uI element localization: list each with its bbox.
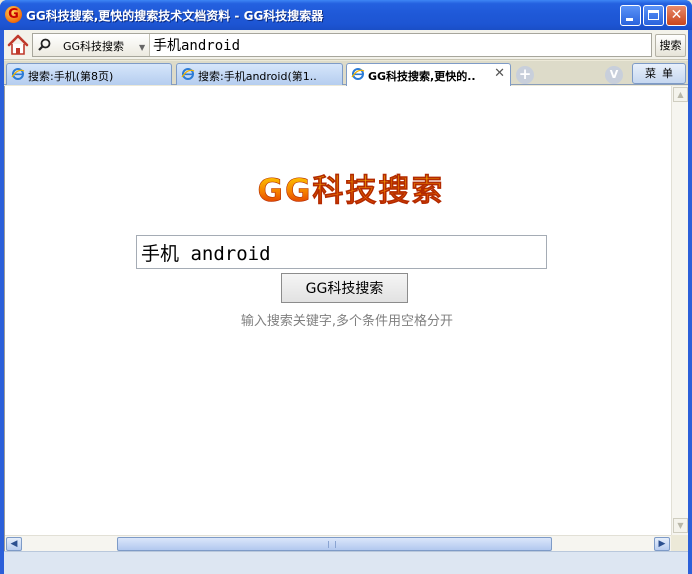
vertical-scrollbar[interactable]: ▲ ▼ [671,86,688,535]
ie-page-icon [181,68,195,80]
window-title: GG科技搜索,更快的搜索技术文档资料 - GG科技搜索器 [26,9,324,23]
close-button[interactable]: ✕ [666,5,687,26]
menu-button[interactable]: 菜单 [632,63,686,84]
home-button[interactable] [6,33,30,57]
scrollbar-corner [671,535,688,551]
close-icon: ✕ [670,7,683,23]
horizontal-scrollbar[interactable]: ◀ ▶ [5,535,672,551]
grip-icon [328,541,336,548]
search-engine-name: GG科技搜索 [63,40,125,53]
search-query-input[interactable] [136,235,547,269]
page-viewport: GG科技搜索 GG科技搜索 输入搜索关键字,多个条件用空格分开 ▲ ▼ ◀ ▶ [4,86,688,551]
chevron-down-icon: ▼ [139,43,146,52]
tab-label: 搜索:手机android(第1.. [198,70,317,83]
scroll-left-icon[interactable]: ◀ [6,537,22,551]
address-toolbar: GG科技搜索 ▼ 搜索 [4,30,688,60]
minimize-icon [626,18,633,21]
search-hint: 输入搜索关键字,多个条件用空格分开 [240,314,454,329]
title-bar[interactable]: G GG科技搜索,更快的搜索技术文档资料 - GG科技搜索器 ✕ [0,0,692,30]
address-bar: GG科技搜索 ▼ [32,33,652,57]
toolbar-search-button[interactable]: 搜索 [655,34,686,57]
client-area: GG科技搜索 ▼ 搜索 搜索:手机(第8页) [4,30,688,574]
search-icon [38,38,51,51]
minimize-button[interactable] [620,5,641,26]
tab-label: GG科技搜索,更快的.. [368,70,476,83]
browser-window: G GG科技搜索,更快的搜索技术文档资料 - GG科技搜索器 ✕ GG科技搜索 … [0,0,692,574]
tab-label: 搜索:手机(第8页) [28,70,114,83]
search-engine-selector[interactable]: GG科技搜索 ▼ [33,34,150,56]
new-tab-button[interactable]: + [516,66,534,84]
close-tab-icon[interactable]: ✕ [494,66,505,81]
address-input[interactable] [151,34,651,56]
scroll-down-icon[interactable]: ▼ [673,518,688,533]
tab-bar: 搜索:手机(第8页) 搜索:手机android(第1.. GG科技搜索,更快的.… [4,61,688,86]
logo-text: GG科技搜索 [258,173,445,209]
app-logo-icon: G [5,6,22,23]
v-button[interactable]: V [605,66,623,84]
ie-page-icon [351,68,365,80]
tab-gg-search[interactable]: GG科技搜索,更快的.. ✕ [346,63,511,86]
home-icon [7,34,29,55]
tab-search-android[interactable]: 搜索:手机android(第1.. [176,63,343,85]
maximize-button[interactable] [643,5,664,26]
maximize-icon [648,10,659,20]
gg-search-button[interactable]: GG科技搜索 [281,273,408,303]
status-bar [4,551,688,574]
scroll-right-icon[interactable]: ▶ [654,537,670,551]
ie-page-icon [11,68,25,80]
tab-search-page8[interactable]: 搜索:手机(第8页) [6,63,172,85]
horizontal-scroll-thumb[interactable] [117,537,552,551]
gg-search-logo: GG科技搜索 [257,173,445,210]
scroll-up-icon[interactable]: ▲ [673,87,688,102]
